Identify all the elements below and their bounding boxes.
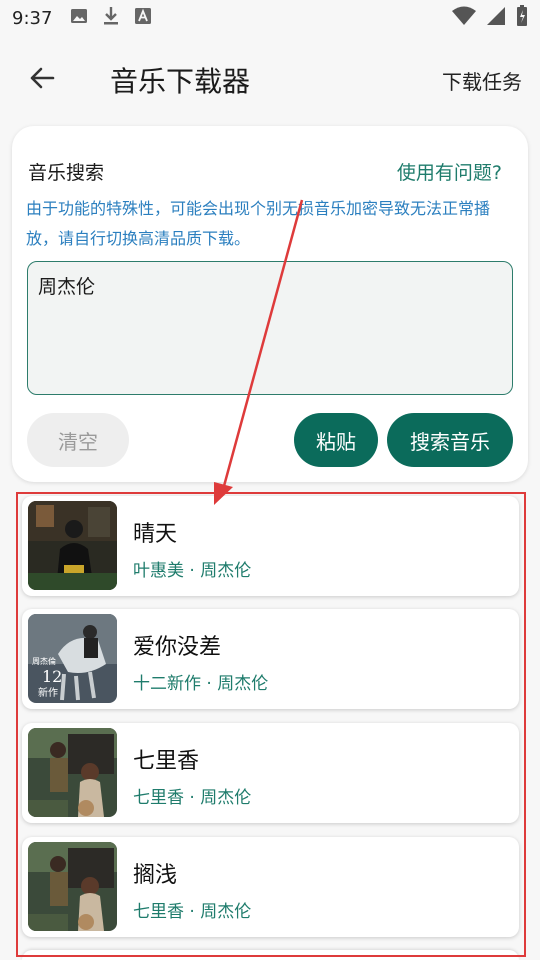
font-icon [134, 7, 152, 29]
page-title: 音乐下载器 [110, 65, 251, 98]
download-icon [102, 6, 120, 30]
paste-button[interactable]: 粘贴 [294, 413, 378, 467]
back-button[interactable] [24, 62, 60, 98]
search-card: 音乐搜索 使用有问题? 由于功能的特殊性，可能会出现个别无损音乐加密导致无法正常… [12, 126, 528, 482]
notice-text: 由于功能的特殊性，可能会出现个别无损音乐加密导致无法正常播放，请自行切换高清品质… [26, 199, 491, 248]
image-icon [70, 7, 88, 29]
list-item-partial[interactable] [22, 950, 519, 960]
arrow-left-icon [28, 64, 56, 96]
song-title: 搁浅 [133, 863, 178, 888]
status-bar: 9:37 [0, 0, 540, 36]
song-title: 爱你没差 [133, 635, 222, 660]
status-icons-left [70, 6, 152, 30]
clear-button[interactable]: 清空 [27, 413, 129, 467]
wifi-icon [452, 6, 476, 30]
status-icons-right [452, 5, 528, 31]
download-tasks-button[interactable]: 下载任务 [442, 66, 522, 95]
list-item[interactable]: 周杰倫 12 新作 爱你没差 十二新作 · 周杰伦 [22, 609, 519, 709]
cover-text: 周杰倫 [32, 656, 56, 666]
song-title: 晴天 [133, 522, 178, 547]
help-link[interactable]: 使用有问题? [397, 158, 502, 185]
list-item[interactable]: 七里香 七里香 · 周杰伦 [22, 723, 519, 823]
song-subtitle: 十二新作 · 周杰伦 [133, 674, 269, 694]
signal-icon [486, 6, 506, 30]
song-subtitle: 七里香 · 周杰伦 [133, 902, 252, 922]
song-subtitle: 七里香 · 周杰伦 [133, 788, 252, 808]
search-card-title: 音乐搜索 [28, 162, 105, 184]
cover-text: 12 [42, 667, 62, 686]
battery-icon [516, 5, 528, 31]
album-cover [28, 501, 117, 590]
song-subtitle: 叶惠美 · 周杰伦 [133, 561, 252, 581]
album-cover: 周杰倫 12 新作 [28, 614, 117, 703]
album-cover [28, 842, 117, 931]
app-bar: 音乐下载器 下载任务 [0, 48, 540, 112]
search-input[interactable]: 周杰伦 [27, 261, 513, 395]
song-title: 七里香 [133, 749, 200, 774]
search-music-button[interactable]: 搜索音乐 [387, 413, 513, 467]
status-time: 9:37 [12, 7, 53, 29]
list-item[interactable]: 晴天 叶惠美 · 周杰伦 [22, 496, 519, 596]
album-cover [28, 728, 117, 817]
list-item[interactable]: 搁浅 七里香 · 周杰伦 [22, 837, 519, 937]
cover-text: 新作 [38, 686, 58, 699]
